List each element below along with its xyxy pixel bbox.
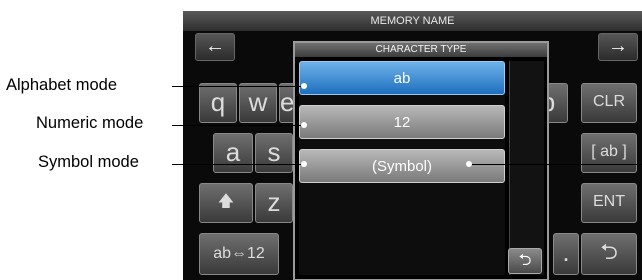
dot-key[interactable]: . — [553, 233, 579, 275]
callout-numeric: Numeric mode — [36, 114, 144, 132]
return-arrow-icon: ⮌ — [518, 252, 532, 269]
window-title: MEMORY NAME — [183, 11, 642, 31]
character-type-dialog: CHARACTER TYPE ab 12 (Symbol) ⮌ — [293, 41, 549, 280]
radio-screen: MEMORY NAME ← → q w e p CLR a s [ ab ] 🡅… — [183, 11, 642, 280]
ent-button[interactable]: ENT — [581, 183, 637, 223]
shift-button[interactable]: 🡅 — [199, 183, 253, 223]
callout-alphabet: Alphabet mode — [6, 76, 117, 94]
callout-line-numeric — [172, 125, 304, 126]
callout-line-alphabet — [172, 86, 304, 87]
callout-dot-symbol — [301, 161, 307, 167]
dialog-return-button[interactable]: ⮌ — [508, 248, 542, 274]
key-s[interactable]: s — [255, 133, 293, 173]
right-arrow-button[interactable]: → — [598, 33, 638, 61]
key-z[interactable]: z — [255, 183, 293, 223]
key-a[interactable]: a — [213, 133, 253, 173]
option-alphabet[interactable]: ab — [299, 61, 505, 95]
left-arrow-button[interactable]: ← — [195, 33, 235, 61]
option-numeric[interactable]: 12 — [299, 105, 505, 139]
dialog-scroll-area — [509, 61, 544, 275]
key-q[interactable]: q — [199, 83, 237, 123]
option-symbol[interactable]: (Symbol) — [299, 149, 505, 183]
clr-button[interactable]: CLR — [581, 83, 637, 123]
key-w[interactable]: w — [239, 83, 277, 123]
mode-switch-button[interactable]: ab⇔12 — [199, 233, 279, 275]
dialog-title: CHARACTER TYPE — [295, 43, 547, 57]
ab-bracket-button[interactable]: [ ab ] — [581, 133, 637, 173]
callout-dot-numeric — [301, 122, 307, 128]
callout-line-symbol-right — [468, 164, 642, 165]
up-arrow-icon: 🡅 — [217, 193, 235, 210]
back-button[interactable]: ⮌ — [581, 233, 637, 275]
character-type-list: ab 12 (Symbol) — [299, 61, 505, 275]
callout-dot-alphabet — [301, 83, 307, 89]
callout-dot-symbol-right — [466, 161, 472, 167]
callout-symbol: Symbol mode — [38, 153, 139, 171]
callout-line-symbol — [172, 164, 304, 165]
return-arrow-icon: ⮌ — [600, 239, 618, 264]
